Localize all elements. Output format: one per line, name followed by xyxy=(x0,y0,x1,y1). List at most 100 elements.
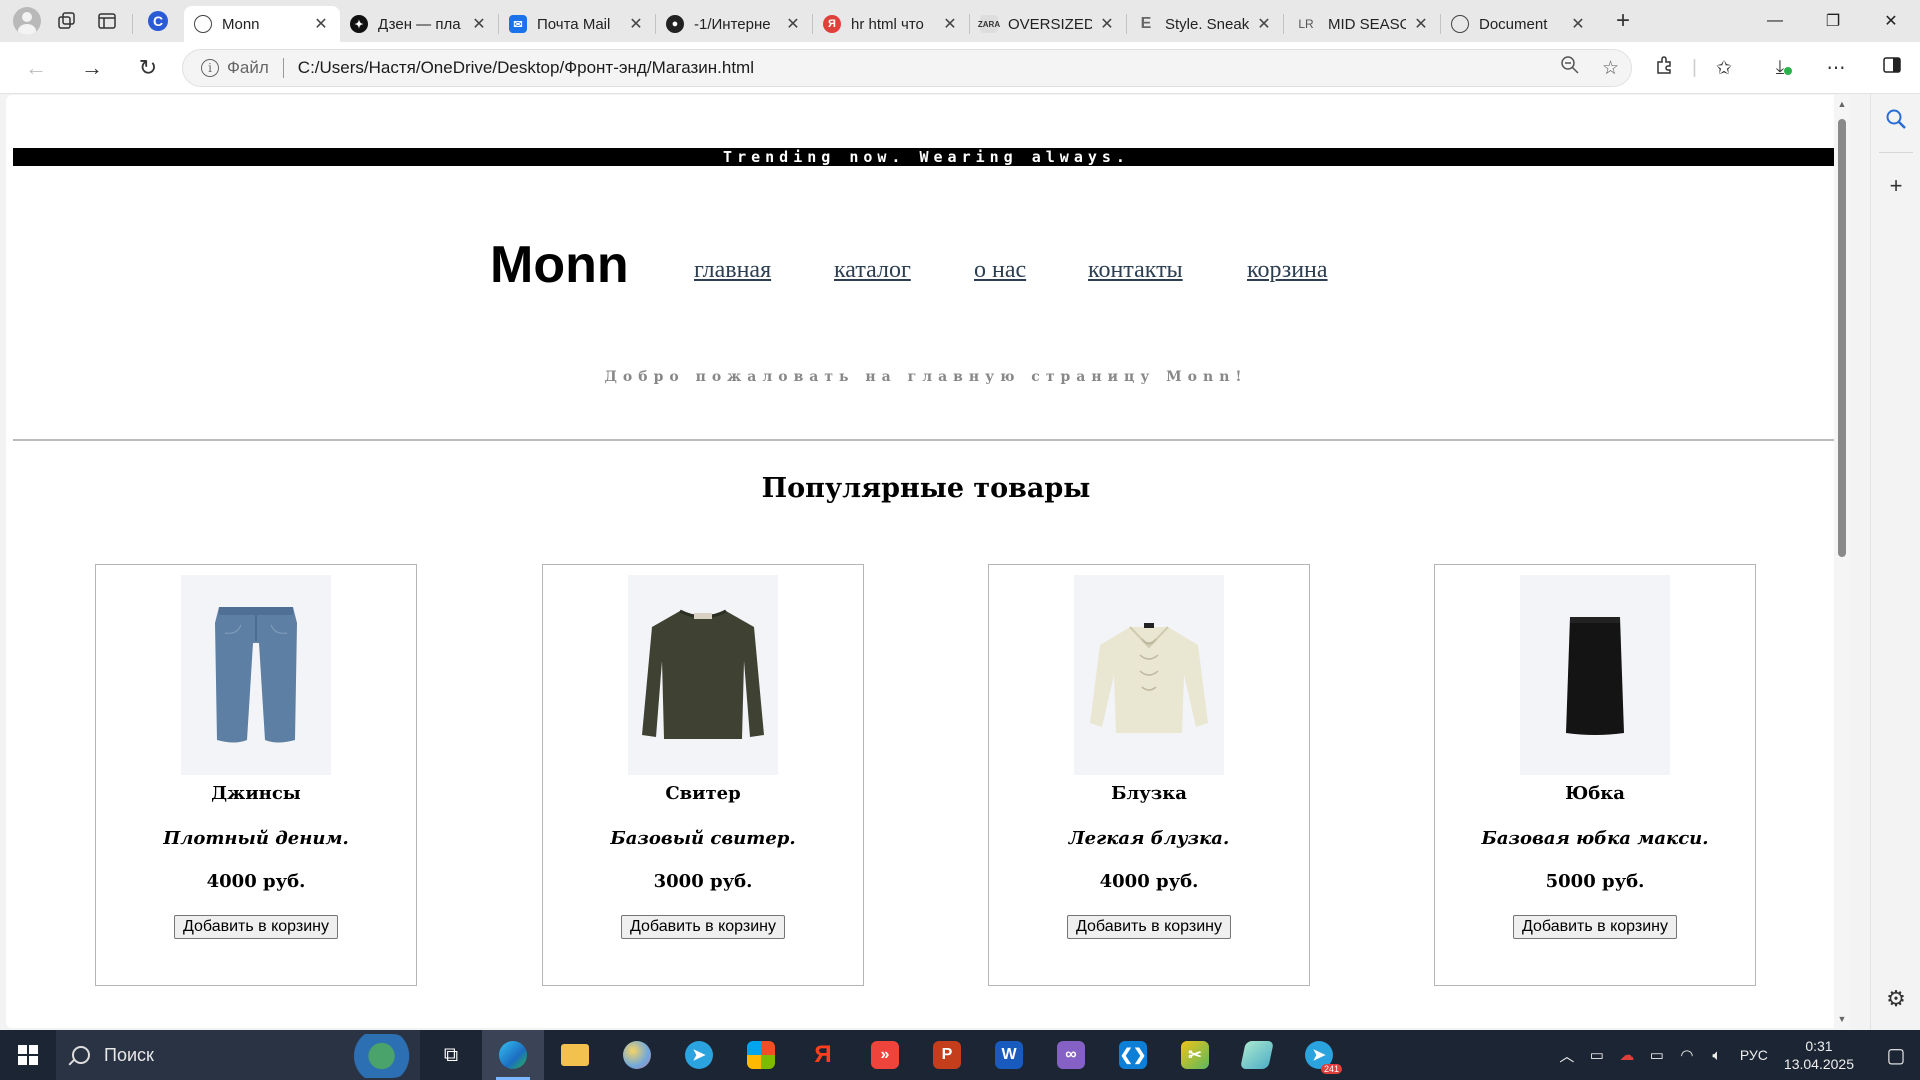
tab-github[interactable]: ● -1/Интерне ✕ xyxy=(656,6,812,42)
taskbar-apps: ⧉ ➤ Я » P W ∞ ❮❯ ✂ ➤ 241 xyxy=(420,1030,1350,1080)
volume-icon[interactable]: 🔈︎ xyxy=(1702,1047,1732,1064)
new-tab-button[interactable]: + xyxy=(1603,3,1643,39)
tab-yandex[interactable]: Я hr html что ✕ xyxy=(813,6,969,42)
add-to-cart-button[interactable]: Добавить в корзину xyxy=(621,915,785,939)
tab-title: hr html что xyxy=(851,15,924,33)
windows-logo-icon xyxy=(18,1045,38,1065)
page-scrollbar[interactable]: ▲ ▼ xyxy=(1834,95,1850,1028)
yandex-icon: Я xyxy=(814,1041,832,1068)
close-icon[interactable]: ✕ xyxy=(470,14,488,34)
add-to-cart-button[interactable]: Добавить в корзину xyxy=(1067,915,1231,939)
tab-title: -1/Интерне xyxy=(694,15,771,33)
close-icon[interactable]: ✕ xyxy=(627,14,645,34)
close-icon[interactable]: ✕ xyxy=(1098,14,1116,34)
tab-title: Дзен — пла xyxy=(378,15,461,33)
taskbar-app-edge[interactable] xyxy=(482,1030,544,1080)
close-icon[interactable]: ✕ xyxy=(941,14,959,34)
close-icon[interactable]: ✕ xyxy=(1255,14,1273,34)
clock-date: 13.04.2025 xyxy=(1783,1056,1854,1072)
more-options-icon[interactable]: ⋯ xyxy=(1808,57,1864,80)
product-card: Джинсы Плотный деним. 4000 руб. Добавить… xyxy=(95,564,417,986)
taskbar-app-paint[interactable] xyxy=(606,1030,668,1080)
taskbar-app-powerpoint[interactable]: P xyxy=(916,1030,978,1080)
scroll-down-arrow[interactable]: ▼ xyxy=(1836,1014,1848,1024)
search-icon[interactable] xyxy=(1871,94,1920,144)
minimize-button[interactable]: — xyxy=(1746,0,1804,42)
taskbar-search[interactable]: Поиск xyxy=(56,1030,420,1080)
onedrive-icon[interactable]: ☁ xyxy=(1612,1046,1642,1064)
close-icon[interactable]: ✕ xyxy=(1412,14,1430,34)
nav-link-catalog[interactable]: каталог xyxy=(834,257,911,284)
task-view-button[interactable]: ⧉ xyxy=(420,1030,482,1080)
tab-mail[interactable]: ✉ Почта Mail ✕ xyxy=(499,6,655,42)
forward-button[interactable]: → xyxy=(70,50,114,86)
taskbar-app-visual-studio[interactable]: ∞ xyxy=(1040,1030,1102,1080)
profile-icon xyxy=(13,7,41,35)
add-to-cart-button[interactable]: Добавить в корзину xyxy=(174,915,338,939)
anydesk-icon: » xyxy=(871,1041,899,1069)
url-text[interactable]: C:/Users/Настя/OneDrive/Desktop/Фронт-эн… xyxy=(298,58,754,78)
tab-zara[interactable]: ZARA OVERSIZED ✕ xyxy=(970,6,1126,42)
start-button[interactable] xyxy=(0,1030,56,1080)
nav-link-cart[interactable]: корзина xyxy=(1247,257,1328,284)
info-icon[interactable]: i xyxy=(201,59,219,77)
taskbar-app-vscode[interactable]: ❮❯ xyxy=(1102,1030,1164,1080)
taskbar-app-store[interactable] xyxy=(730,1030,792,1080)
toolbar-right: | ✩ ⤓ ⋯ xyxy=(1636,42,1920,94)
zoom-out-icon[interactable] xyxy=(1560,55,1580,81)
wifi-icon[interactable]: ◠ xyxy=(1672,1046,1702,1064)
notifications-icon[interactable]: ▢ xyxy=(1872,1043,1920,1068)
sidebar-toggle-icon[interactable] xyxy=(1864,55,1920,81)
nav-link-home[interactable]: главная xyxy=(694,257,771,284)
back-button[interactable]: ← xyxy=(14,50,58,86)
battery-icon[interactable]: ▭ xyxy=(1642,1046,1672,1064)
product-image-blouse xyxy=(1074,575,1224,775)
tab-monn[interactable]: Monn ✕ xyxy=(184,6,340,42)
tab-style[interactable]: E Style. Sneak ✕ xyxy=(1127,6,1283,42)
workspaces-button[interactable] xyxy=(52,6,82,36)
yandex-icon: Я xyxy=(823,15,841,33)
extensions-icon[interactable] xyxy=(1636,55,1692,81)
tray-overflow-icon[interactable]: ︿ xyxy=(1552,1045,1582,1066)
scrollbar-thumb[interactable] xyxy=(1838,119,1846,557)
globe-icon xyxy=(194,15,212,33)
taskbar-app-yandex[interactable]: Я xyxy=(792,1030,854,1080)
tab-actions-button[interactable] xyxy=(92,6,122,36)
tab-lr[interactable]: LR MID SEASO ✕ xyxy=(1284,6,1440,42)
tab-dzen[interactable]: ✦ Дзен — пла ✕ xyxy=(340,6,498,42)
add-to-cart-button[interactable]: Добавить в корзину xyxy=(1513,915,1677,939)
favorites-icon[interactable]: ✩ xyxy=(1696,57,1752,80)
favorite-star-icon[interactable]: ☆ xyxy=(1602,57,1619,80)
taskbar-app-notes[interactable] xyxy=(1226,1030,1288,1080)
clock[interactable]: 0:31 13.04.2025 xyxy=(1784,1037,1854,1073)
restore-button[interactable]: ❐ xyxy=(1804,0,1862,42)
site-logo[interactable]: Monn xyxy=(490,235,629,295)
close-icon[interactable]: ✕ xyxy=(784,14,802,34)
refresh-button[interactable]: ↻ xyxy=(126,50,170,86)
taskbar-app-telegram[interactable]: ➤ xyxy=(668,1030,730,1080)
taskbar-app-word[interactable]: W xyxy=(978,1030,1040,1080)
scroll-up-arrow[interactable]: ▲ xyxy=(1836,99,1848,109)
sidebar-settings-icon[interactable]: ⚙ xyxy=(1871,974,1920,1024)
tab-document[interactable]: Document ✕ xyxy=(1441,6,1597,42)
store-icon xyxy=(747,1041,775,1069)
product-description: Базовый свитер. xyxy=(610,828,796,849)
close-window-button[interactable]: ✕ xyxy=(1862,0,1920,42)
paint-icon xyxy=(623,1041,651,1069)
address-bar[interactable]: i Файл C:/Users/Настя/OneDrive/Desktop/Ф… xyxy=(182,49,1632,87)
close-icon[interactable]: ✕ xyxy=(312,14,330,34)
copilot-tab[interactable]: C xyxy=(143,6,173,36)
taskbar-app-explorer[interactable] xyxy=(544,1030,606,1080)
taskbar-app-tool[interactable]: ✂ xyxy=(1164,1030,1226,1080)
folder-icon xyxy=(561,1044,589,1066)
nav-link-about[interactable]: о нас xyxy=(974,257,1026,284)
close-icon[interactable]: ✕ xyxy=(1569,14,1587,34)
nav-link-contacts[interactable]: контакты xyxy=(1088,257,1183,284)
add-sidebar-app-icon[interactable]: + xyxy=(1871,161,1920,211)
taskbar-app-anydesk[interactable]: » xyxy=(854,1030,916,1080)
taskbar-app-telegram-2[interactable]: ➤ 241 xyxy=(1288,1030,1350,1080)
meet-icon[interactable]: ▭ xyxy=(1582,1046,1612,1064)
downloads-icon[interactable]: ⤓ xyxy=(1752,57,1808,79)
profile-button[interactable] xyxy=(12,6,42,36)
language-indicator[interactable]: РУС xyxy=(1740,1047,1768,1063)
